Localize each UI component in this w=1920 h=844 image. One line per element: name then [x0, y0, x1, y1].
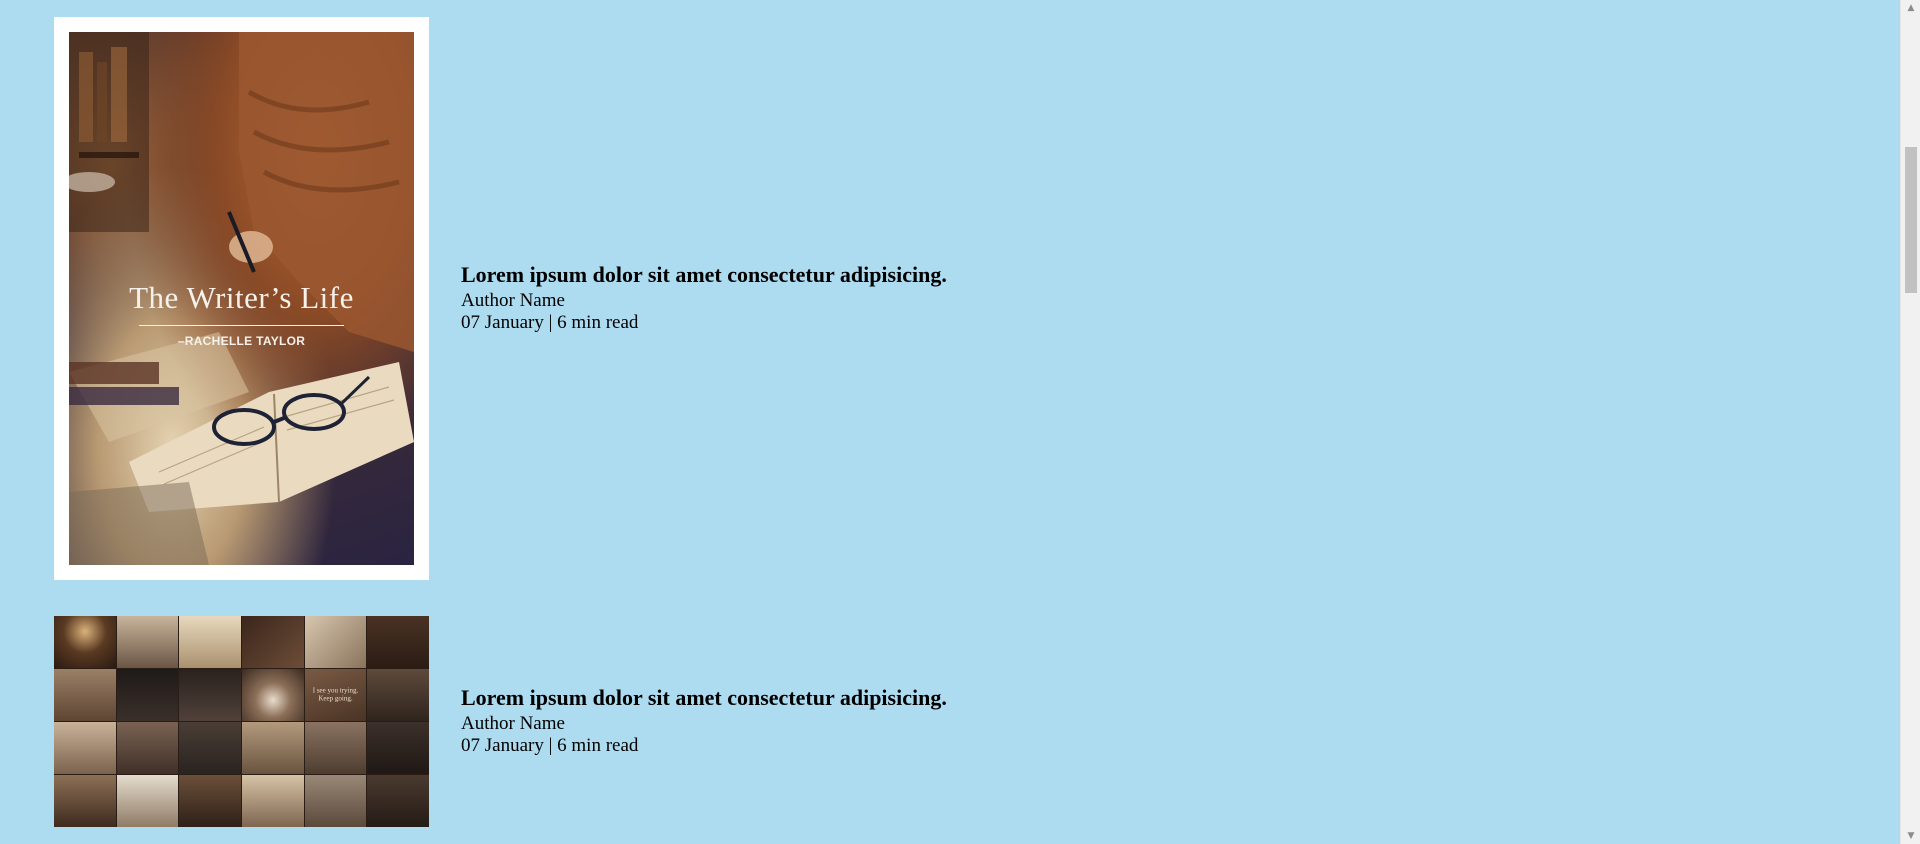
article-author: Author Name [461, 290, 565, 312]
collage-tile [54, 616, 116, 668]
blog-list-page: The Writer’s Life –RACHELLE TAYLOR Lorem… [0, 0, 1920, 844]
article-info: Lorem ipsum dolor sit amet consectetur a… [461, 262, 947, 335]
collage-tile [116, 616, 179, 668]
collage-quote: I see you trying. Keep going. [312, 686, 359, 703]
collage-tile [304, 722, 367, 774]
collage-tile [367, 669, 429, 721]
scroll-down-icon[interactable]: ▼ [1901, 828, 1920, 844]
collage-tile [304, 616, 367, 668]
collage-tile [179, 775, 241, 827]
collage-tile [54, 775, 116, 827]
collage-tile [54, 722, 116, 774]
cover-author: –RACHELLE TAYLOR [177, 334, 306, 348]
vertical-scrollbar[interactable]: ▲ ▼ [1900, 0, 1920, 844]
article-thumbnail[interactable]: The Writer’s Life –RACHELLE TAYLOR [54, 17, 429, 580]
collage-tile [54, 669, 116, 721]
collage-tile [367, 722, 429, 774]
collage-tile [367, 616, 429, 668]
article-title[interactable]: Lorem ipsum dolor sit amet consectetur a… [461, 262, 947, 288]
collage-tile [242, 775, 304, 827]
collage-tile [179, 669, 241, 721]
article-card[interactable]: I see you trying. Keep going. Lorem ipsu… [54, 616, 947, 827]
collage-tile [116, 669, 179, 721]
book-cover-image: The Writer’s Life –RACHELLE TAYLOR [69, 32, 414, 565]
collage-tile [242, 669, 304, 721]
collage-tile [179, 722, 241, 774]
collage-tile [304, 775, 367, 827]
cover-divider [139, 325, 344, 326]
article-author: Author Name [461, 713, 565, 735]
collage-tile: I see you trying. Keep going. [304, 669, 367, 721]
article-thumbnail[interactable]: I see you trying. Keep going. [54, 616, 429, 827]
article-meta: 07 January | 6 min read [461, 735, 639, 757]
collage-tile [116, 722, 179, 774]
article-title[interactable]: Lorem ipsum dolor sit amet consectetur a… [461, 685, 947, 711]
scroll-up-icon[interactable]: ▲ [1901, 0, 1920, 16]
collage-tile [367, 775, 429, 827]
collage-tile [116, 775, 179, 827]
collage-tile [242, 722, 304, 774]
article-card[interactable]: The Writer’s Life –RACHELLE TAYLOR Lorem… [54, 17, 947, 580]
scrollbar-thumb[interactable] [1905, 147, 1917, 293]
article-meta: 07 January | 6 min read [461, 312, 639, 334]
collage-tile [242, 616, 304, 668]
cover-title: The Writer’s Life [129, 280, 354, 315]
collage-tile [179, 616, 241, 668]
article-info: Lorem ipsum dolor sit amet consectetur a… [461, 685, 947, 758]
